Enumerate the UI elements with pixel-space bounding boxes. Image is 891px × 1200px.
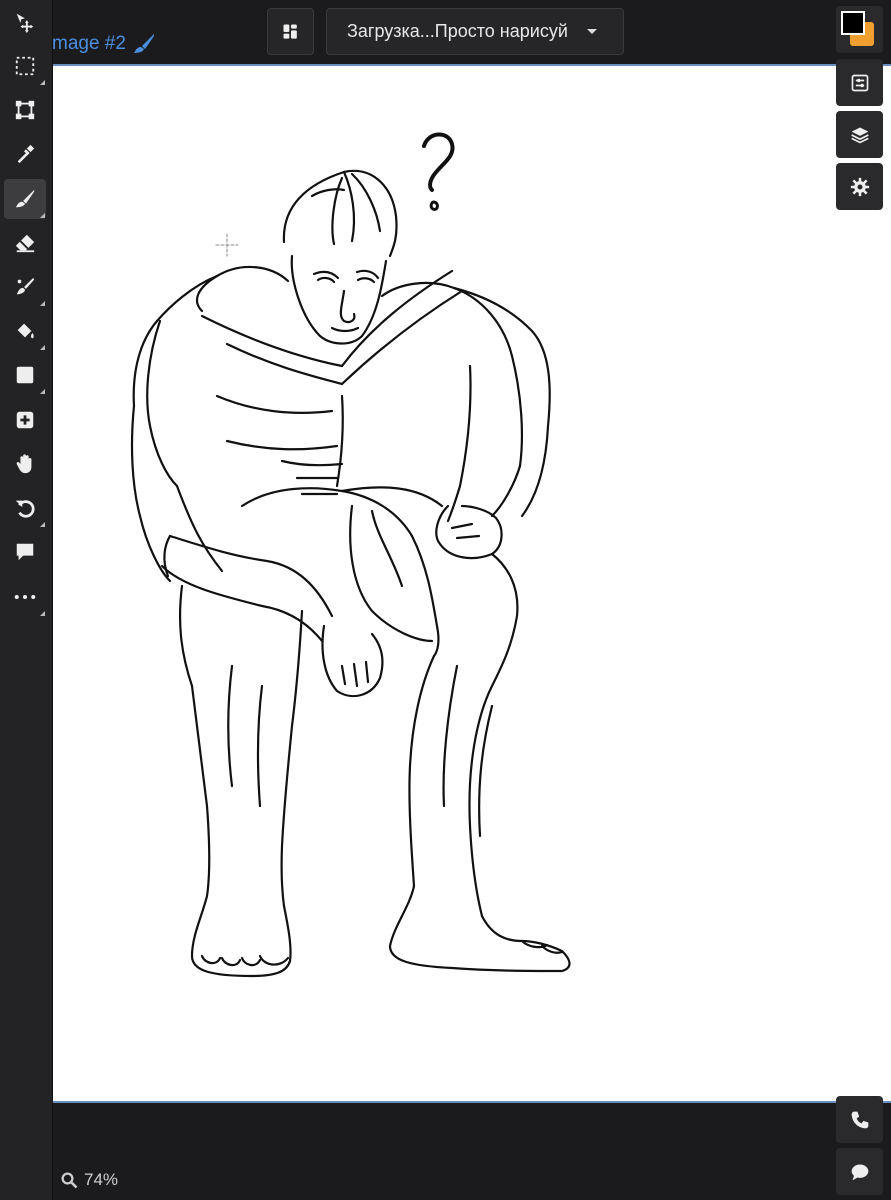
zoom-indicator[interactable]: 74%: [60, 1170, 118, 1190]
selection-icon: [15, 56, 35, 76]
dashboard-icon: [283, 24, 297, 39]
move-tool-button[interactable]: [4, 2, 46, 42]
hand-icon: [16, 454, 32, 474]
brush-icon: [15, 189, 35, 208]
chevron-down-icon: [587, 29, 597, 34]
left-toolbar: [0, 0, 53, 1200]
smudge-icon: [16, 277, 35, 295]
zoom-level: 74%: [84, 1170, 119, 1189]
plus-icon: [16, 411, 34, 429]
chat-button[interactable]: [836, 1148, 883, 1195]
fill-tool-button[interactable]: [4, 311, 46, 351]
transform-tool-button[interactable]: [4, 90, 46, 130]
sketch-drawing: [130, 132, 571, 978]
more-icon: [14, 594, 36, 600]
undo-tool-button[interactable]: [4, 488, 46, 528]
gear-icon: [850, 177, 869, 196]
layers-button[interactable]: [836, 111, 883, 158]
undo-icon: [15, 500, 35, 518]
color-swatches[interactable]: [836, 6, 883, 53]
adjustments-button[interactable]: [836, 59, 883, 106]
document-title-text: mage #2: [52, 33, 126, 54]
drawing-canvas[interactable]: [52, 64, 891, 1103]
call-button[interactable]: [836, 1096, 883, 1143]
project-label: Загрузка...Просто нарисуй: [347, 21, 568, 41]
eyedropper-tool-button[interactable]: [4, 134, 46, 174]
sliders-icon: [851, 74, 868, 91]
hand-tool-button[interactable]: [4, 444, 46, 484]
eyedropper-icon: [17, 144, 35, 164]
selection-tool-button[interactable]: [4, 46, 46, 86]
shape-tool-button[interactable]: [4, 355, 46, 395]
smudge-tool-button[interactable]: [4, 267, 46, 307]
paint-bucket-icon: [17, 323, 34, 339]
transform-icon: [15, 100, 35, 120]
move-icon: [16, 13, 34, 33]
add-tool-button[interactable]: [4, 400, 46, 440]
project-dropdown[interactable]: Загрузка...Просто нарисуй: [326, 8, 624, 55]
square-icon: [16, 366, 34, 384]
dashboard-button[interactable]: [267, 8, 314, 55]
chat-icon: [851, 1164, 868, 1180]
speech-bubble-icon: [16, 543, 34, 561]
brush-icon: [133, 34, 154, 53]
eraser-tool-button[interactable]: [4, 223, 46, 263]
comment-tool-button[interactable]: [4, 532, 46, 572]
phone-icon: [851, 1111, 868, 1128]
layers-icon: [850, 127, 869, 143]
brush-tool-button[interactable]: [4, 179, 46, 219]
primary-color-swatch[interactable]: [841, 11, 865, 35]
document-title[interactable]: mage #2: [52, 32, 156, 56]
search-icon: [61, 1172, 78, 1189]
settings-button[interactable]: [836, 163, 883, 210]
eraser-icon: [15, 234, 35, 253]
more-tools-button[interactable]: [4, 577, 46, 617]
